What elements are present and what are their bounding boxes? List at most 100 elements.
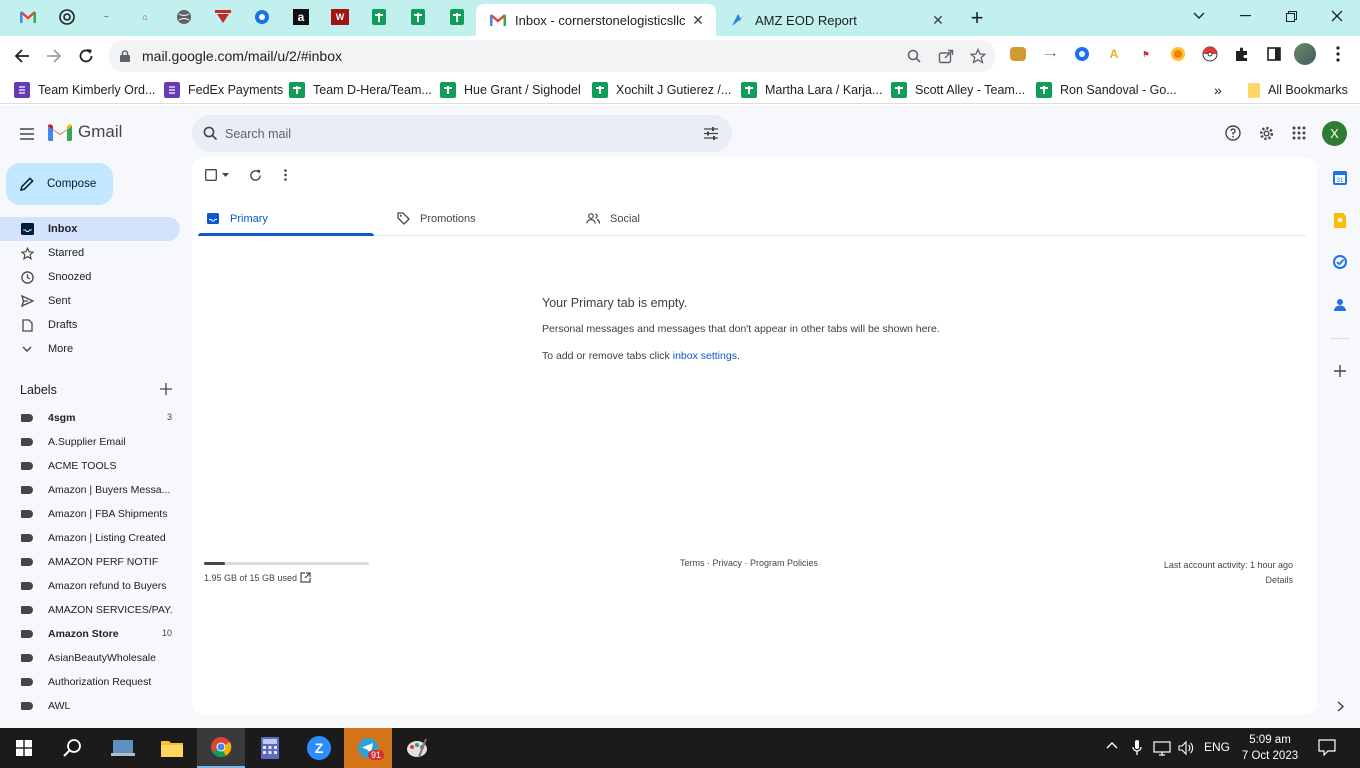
account-avatar[interactable]: X <box>1322 121 1347 146</box>
bookmark-star-icon[interactable] <box>970 48 986 64</box>
label-item[interactable]: AsianBeautyWholesale <box>0 646 180 670</box>
extension-1[interactable] <box>1008 44 1028 64</box>
select-all-checkbox[interactable] <box>205 167 229 183</box>
minimize-button[interactable] <box>1222 0 1268 32</box>
pinned-tab-9[interactable]: W <box>326 4 354 30</box>
pinned-tab-7[interactable] <box>248 4 276 30</box>
share-icon[interactable] <box>938 48 954 64</box>
language-indicator[interactable]: ENG <box>1204 740 1230 754</box>
taskbar-calculator[interactable] <box>246 728 294 768</box>
bookmark-item[interactable]: Scott Alley - Team... <box>891 80 1025 100</box>
start-button[interactable] <box>0 728 48 768</box>
contacts-button[interactable] <box>1331 295 1349 313</box>
label-item[interactable]: AWL <box>0 694 180 718</box>
search-bar[interactable]: Search mail <box>192 115 732 152</box>
bookmark-item[interactable]: Team D-Hera/Team... <box>289 80 432 100</box>
compose-button[interactable]: Compose <box>6 163 113 205</box>
refresh-button[interactable] <box>249 167 262 183</box>
tab-search-button[interactable] <box>1176 0 1222 32</box>
search-input[interactable]: Search mail <box>225 127 291 141</box>
search-icon[interactable] <box>203 126 218 141</box>
reload-button[interactable] <box>72 42 100 70</box>
pinned-tab-sheets-1[interactable] <box>365 4 393 30</box>
all-bookmarks-button[interactable]: All Bookmarks <box>1248 80 1348 100</box>
get-add-ons-button[interactable] <box>1331 362 1349 380</box>
profile-button[interactable] <box>1294 43 1316 65</box>
taskbar-zoom[interactable]: Z <box>295 728 343 768</box>
extension-4[interactable]: A <box>1104 44 1124 64</box>
details-link[interactable]: Details <box>1164 573 1293 588</box>
close-tab-icon[interactable]: ✕ <box>930 12 946 28</box>
manage-storage-link[interactable] <box>300 572 311 583</box>
back-button[interactable] <box>8 42 36 70</box>
tab-primary[interactable]: Primary <box>198 201 374 235</box>
network-tray-icon[interactable] <box>1153 740 1171 756</box>
gmail-logo[interactable]: Gmail <box>48 122 122 142</box>
tab-inbox[interactable]: Inbox - cornerstonelogisticsllc2023@gmai… <box>476 4 716 36</box>
calendar-button[interactable]: 31 <box>1331 169 1349 187</box>
pinned-tab-6[interactable] <box>209 4 237 30</box>
pinned-tab-amazon[interactable]: a <box>287 4 315 30</box>
tab-promotions[interactable]: Promotions <box>388 201 564 235</box>
more-actions-button[interactable] <box>284 167 287 183</box>
forward-button[interactable] <box>40 42 68 70</box>
taskbar-file-explorer[interactable] <box>148 728 196 768</box>
taskbar-paint[interactable] <box>393 728 441 768</box>
clock[interactable]: 5:09 am 7 Oct 2023 <box>1236 732 1304 764</box>
main-menu-button[interactable] <box>16 123 38 145</box>
more-bookmarks-button[interactable]: » <box>1214 80 1222 100</box>
nav-more[interactable]: More <box>0 337 180 361</box>
nav-starred[interactable]: Starred <box>0 241 180 265</box>
keep-button[interactable] <box>1331 211 1349 229</box>
label-item[interactable]: AMAZON PERF NOTIF <box>0 550 180 574</box>
menu-button[interactable] <box>1328 44 1348 64</box>
extensions-button[interactable] <box>1232 44 1252 64</box>
address-bar[interactable]: mail.google.com/mail/u/2/#inbox <box>108 40 996 72</box>
hide-side-panel-button[interactable] <box>1331 697 1349 715</box>
zoom-icon[interactable] <box>907 49 921 63</box>
label-item[interactable]: Authorization Request <box>0 670 180 694</box>
settings-button[interactable] <box>1256 123 1276 143</box>
extension-5[interactable]: ⚑ <box>1136 44 1156 64</box>
taskbar-app-desktop[interactable] <box>99 728 147 768</box>
inbox-settings-link[interactable]: inbox settings <box>673 350 737 362</box>
footer-links[interactable]: Terms · Privacy · Program Policies <box>680 558 818 568</box>
close-window-button[interactable] <box>1314 0 1360 32</box>
bookmark-item[interactable]: Team Kimberly Ord... <box>14 80 155 100</box>
close-tab-icon[interactable]: ✕ <box>690 12 706 28</box>
bookmark-item[interactable]: Xochilt J Gutierez /... <box>592 80 731 100</box>
pinned-tab-sheets-3[interactable] <box>443 4 471 30</box>
pinned-tab-chatgpt[interactable] <box>53 4 81 30</box>
pinned-tab-3[interactable]: ~ <box>92 4 120 30</box>
nav-snoozed[interactable]: Snoozed <box>0 265 180 289</box>
pinned-tab-sheets-2[interactable] <box>404 4 432 30</box>
pinned-tab-4[interactable]: ⌂ <box>131 4 159 30</box>
tab-amz-eod[interactable]: AMZ EOD Report ✕ <box>716 4 956 36</box>
label-item[interactable]: A.Supplier Email <box>0 430 180 454</box>
nav-drafts[interactable]: Drafts <box>0 313 180 337</box>
taskbar-search-button[interactable] <box>48 728 96 768</box>
tasks-button[interactable] <box>1331 253 1349 271</box>
volume-tray-icon[interactable] <box>1178 740 1194 756</box>
new-tab-button[interactable]: + <box>966 5 988 30</box>
nav-sent[interactable]: Sent <box>0 289 180 313</box>
label-item[interactable]: 4sgm 3 <box>0 406 180 430</box>
support-button[interactable] <box>1223 123 1243 143</box>
bookmark-item[interactable]: Hue Grant / Sighodel <box>440 80 581 100</box>
extension-6[interactable] <box>1168 44 1188 64</box>
label-item[interactable]: Amazon | FBA Shipments <box>0 502 180 526</box>
extension-2[interactable]: ⟶ <box>1040 44 1060 64</box>
taskbar-chrome[interactable] <box>197 728 245 768</box>
label-item[interactable]: AMAZON SERVICES/PAY... <box>0 598 180 622</box>
bookmark-item[interactable]: Martha Lara / Karja... <box>741 80 882 100</box>
extension-7[interactable] <box>1200 44 1220 64</box>
microphone-tray-icon[interactable] <box>1132 740 1142 756</box>
pinned-tab-gmail[interactable] <box>14 4 42 30</box>
bookmark-item[interactable]: Ron Sandoval - Go... <box>1036 80 1177 100</box>
tab-social[interactable]: Social <box>578 201 754 235</box>
label-item[interactable]: Amazon refund to Buyers <box>0 574 180 598</box>
apps-button[interactable] <box>1289 123 1309 143</box>
extension-3[interactable] <box>1072 44 1092 64</box>
pinned-tab-globe[interactable] <box>170 4 198 30</box>
label-item[interactable]: Amazon | Listing Created <box>0 526 180 550</box>
